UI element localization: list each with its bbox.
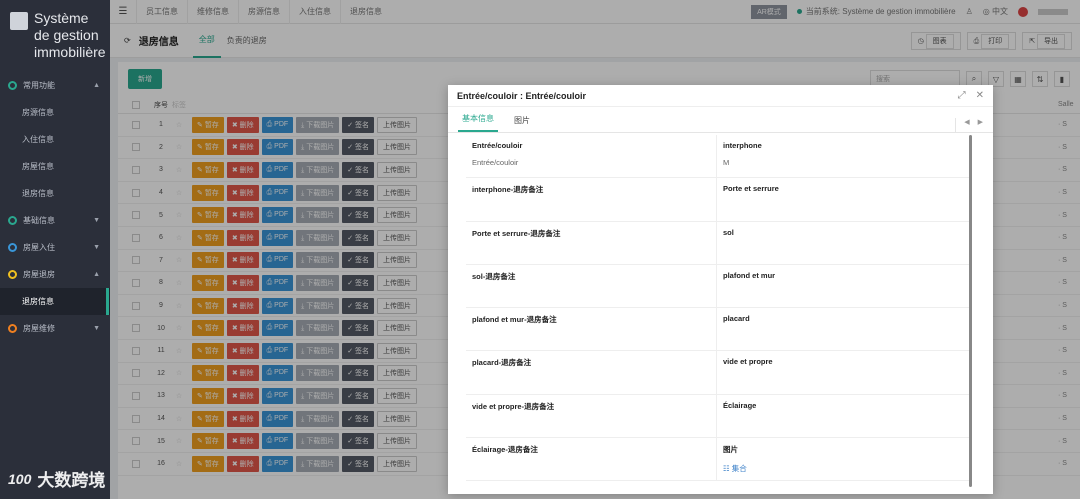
sidebar-item-label: 基础信息: [23, 216, 55, 225]
field-label: Éclairage: [723, 400, 757, 410]
field-cell: Éclairage-退房备注: [466, 438, 717, 482]
field-label: interphone-退房备注: [472, 185, 544, 195]
field-cell: sol-退房备注: [466, 264, 717, 309]
tab-nav: ◀ ▶: [955, 118, 993, 132]
field-cell: 图片 ☷ 集合: [717, 438, 970, 482]
modal-scrollbar[interactable]: [969, 135, 972, 487]
field-label: vide et propre-退房备注: [472, 401, 555, 411]
field-cell: plafond et mur: [717, 265, 970, 309]
watermark: 100 大数跨境: [8, 466, 105, 491]
sidebar-item-label: 房屋退房: [23, 270, 55, 279]
brand: Système de gestion immobilière: [0, 0, 110, 68]
sidebar-item-label: 房屋维修: [23, 324, 55, 333]
menu-circle-icon: [8, 270, 17, 279]
sidebar-item-8[interactable]: 退房信息: [0, 288, 110, 315]
menu-circle-icon: [8, 324, 17, 333]
field-grid: Entrée/couloir Entrée/couloir interphone Mi…: [466, 135, 970, 482]
field-value[interactable]: ☷ 集合: [723, 463, 964, 474]
field-cell: vide et propre-退房备注: [466, 394, 717, 439]
sidebar-item-9[interactable]: 房屋维修 ▼: [0, 315, 110, 342]
field-label: sol: [723, 227, 734, 237]
menu-circle-icon: [8, 243, 17, 252]
sidebar-item-label: 房屋信息: [22, 162, 54, 171]
chevron-left-icon[interactable]: ◀: [964, 118, 969, 126]
tab-images[interactable]: 图片: [510, 115, 534, 132]
menu-circle-icon: [8, 216, 17, 225]
modal-tabs: 基本信息 图片 ◀ ▶: [448, 107, 993, 133]
modal-title: Entrée/couloir : Entrée/couloir: [457, 90, 587, 101]
tab-basic-info[interactable]: 基本信息: [458, 113, 498, 132]
field-label: Entrée/couloir: [472, 141, 523, 150]
sidebar-item-label: 常用功能: [23, 81, 55, 90]
modal-body: Entrée/couloir Entrée/couloir interphone Mi…: [466, 135, 970, 482]
chevron-icon: ▼: [93, 217, 100, 224]
field-cell: Porte et serrure: [717, 178, 970, 222]
chevron-icon: ▼: [93, 325, 100, 332]
sidebar-item-0[interactable]: 常用功能 ▲: [0, 72, 110, 99]
watermark-logo: 100: [8, 470, 32, 487]
watermark-text: 大数跨境: [37, 471, 106, 490]
chevron-icon: ▼: [93, 244, 100, 251]
field-cell: interphone-退房备注: [466, 178, 717, 222]
field-cell: Entrée/couloir Entrée/couloir: [466, 135, 717, 179]
close-icon[interactable]: ✕: [976, 90, 984, 101]
sidebar-item-label: 入住信息: [22, 135, 54, 144]
chevron-icon: ▲: [93, 271, 100, 278]
field-label: Porte et serrure-退房备注: [472, 228, 561, 238]
sidebar-item-label: 房源信息: [22, 108, 54, 117]
sidebar-item-3[interactable]: 房屋信息: [0, 153, 110, 180]
sidebar-item-2[interactable]: 入住信息: [0, 126, 110, 153]
sidebar-item-6[interactable]: 房屋入住 ▼: [0, 234, 110, 261]
sidebar-item-5[interactable]: 基础信息 ▼: [0, 207, 110, 234]
field-label: Porte et serrure: [723, 184, 779, 194]
field-label: sol-退房备注: [472, 271, 516, 281]
chevron-right-icon[interactable]: ▶: [978, 118, 983, 126]
sidebar-item-7[interactable]: 房屋退房 ▲: [0, 261, 110, 288]
modal-header: Entrée/couloir : Entrée/couloir ⤢ ✕: [448, 85, 993, 107]
sidebar: Système de gestion immobilière 常用功能 ▲ 房源信息…: [0, 0, 110, 499]
detail-modal: Entrée/couloir : Entrée/couloir ⤢ ✕ 基本信息…: [448, 85, 993, 494]
field-cell: Éclairage: [717, 395, 970, 439]
field-label: plafond et mur-退房备注: [472, 315, 557, 325]
field-label: placard: [723, 314, 750, 324]
field-value: M: [723, 158, 730, 167]
field-label: 图片: [723, 445, 738, 455]
sidebar-item-4[interactable]: 退房信息: [0, 180, 110, 207]
field-cell: placard-退房备注: [466, 351, 717, 395]
menu-circle-icon: [8, 81, 17, 90]
field-cell: plafond et mur-退房备注: [466, 308, 717, 352]
sidebar-item-1[interactable]: 房源信息: [0, 99, 110, 126]
sidebar-menu: 常用功能 ▲ 房源信息 入住信息 房屋信息 退房信息 基础信息 ▼ 房屋入住 ▼ 房屋退房 ▲ 退房信息…: [0, 72, 110, 342]
app-title: Système de gestion immobilière: [34, 10, 106, 60]
field-label: Éclairage-退房备注: [472, 445, 538, 455]
app-logo: [10, 12, 28, 30]
field-label: placard-退房备注: [472, 358, 532, 368]
field-cell: placard: [717, 308, 970, 352]
field-label: interphone: [723, 141, 762, 150]
field-cell: interphone M: [717, 135, 970, 179]
maximize-icon[interactable]: ⤢: [958, 90, 966, 101]
chevron-icon: ▲: [93, 82, 100, 89]
sidebar-item-label: 退房信息: [22, 297, 54, 306]
field-cell: sol: [717, 222, 970, 265]
field-label: vide et propre: [723, 357, 773, 367]
modal-controls: ⤢ ✕: [958, 90, 984, 101]
field-value: Entrée/couloir: [472, 158, 519, 167]
field-label: plafond et mur: [723, 270, 776, 280]
field-cell: Porte et serrure-退房备注: [466, 221, 717, 265]
sidebar-item-label: 房屋入住: [23, 243, 55, 252]
field-cell: vide et propre: [717, 351, 970, 395]
sidebar-item-label: 退房信息: [22, 189, 54, 198]
